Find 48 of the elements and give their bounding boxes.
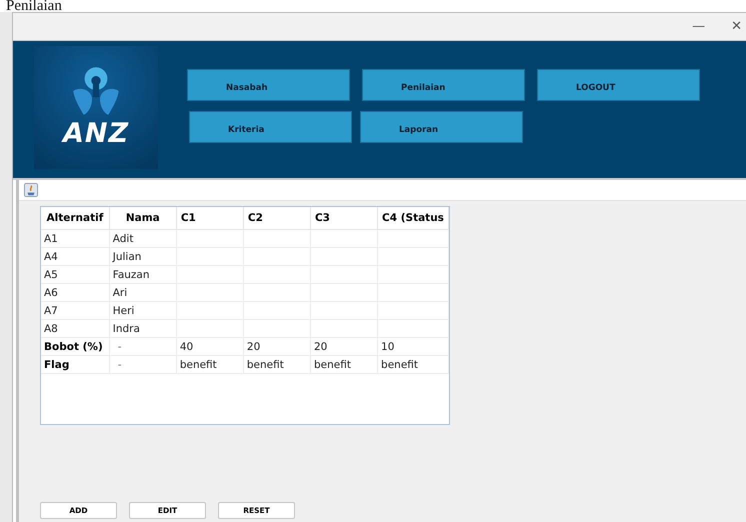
table-cell: A8 — [41, 320, 110, 338]
table-cell — [378, 302, 448, 320]
table-cell — [310, 230, 378, 248]
table-cell: Fauzan — [109, 266, 176, 284]
table-cell: - — [109, 338, 176, 356]
column-header[interactable]: C4 (Status — [378, 207, 448, 230]
logo-text: ANZ — [62, 118, 130, 149]
menu-button[interactable]: LOGOUT — [537, 69, 700, 101]
table-cell: A1 — [41, 230, 110, 248]
column-header[interactable]: Nama — [109, 207, 176, 230]
table-cell: benefit — [243, 356, 310, 374]
app-icon — [24, 183, 38, 197]
table-cell — [378, 320, 448, 338]
table-cell: A6 — [41, 284, 110, 302]
table-cell: A4 — [41, 248, 110, 266]
column-header[interactable]: C2 — [243, 207, 310, 230]
table-cell: Flag — [41, 356, 110, 374]
table-cell: 20 — [243, 338, 310, 356]
table-cell — [378, 248, 448, 266]
table-cell — [243, 230, 310, 248]
column-header[interactable]: Alternatif — [41, 207, 110, 230]
close-button[interactable]: ✕ — [729, 19, 744, 34]
table-cell: A5 — [41, 266, 110, 284]
table-cell: benefit — [378, 356, 448, 374]
menu-button[interactable]: Nasabah — [187, 69, 350, 101]
table-cell — [378, 266, 448, 284]
table-cell: benefit — [310, 356, 378, 374]
minimize-button[interactable]: — — [690, 19, 708, 34]
menu-button[interactable]: Kriteria — [189, 111, 352, 143]
table-cell: 20 — [310, 338, 378, 356]
table-cell: benefit — [176, 356, 244, 374]
table-cell — [378, 230, 448, 248]
menu-button[interactable]: Penilaian — [362, 69, 525, 101]
table-cell: 40 — [176, 338, 244, 356]
table-cell: Adit — [109, 230, 176, 248]
column-header[interactable]: C3 — [310, 207, 378, 230]
table-cell: Julian — [109, 248, 176, 266]
table-cell: A7 — [41, 302, 110, 320]
table-cell — [176, 230, 244, 248]
column-header[interactable]: C1 — [176, 207, 244, 230]
table-cell: 10 — [378, 338, 448, 356]
table-cell: Bobot (%) — [41, 338, 110, 356]
menu-button[interactable]: Laporan — [360, 111, 523, 143]
table-cell: Ari — [109, 284, 176, 302]
table-cell: Indra — [109, 320, 176, 338]
table-cell — [378, 284, 448, 302]
table-cell: Heri — [109, 302, 176, 320]
table-cell: - — [109, 356, 176, 374]
